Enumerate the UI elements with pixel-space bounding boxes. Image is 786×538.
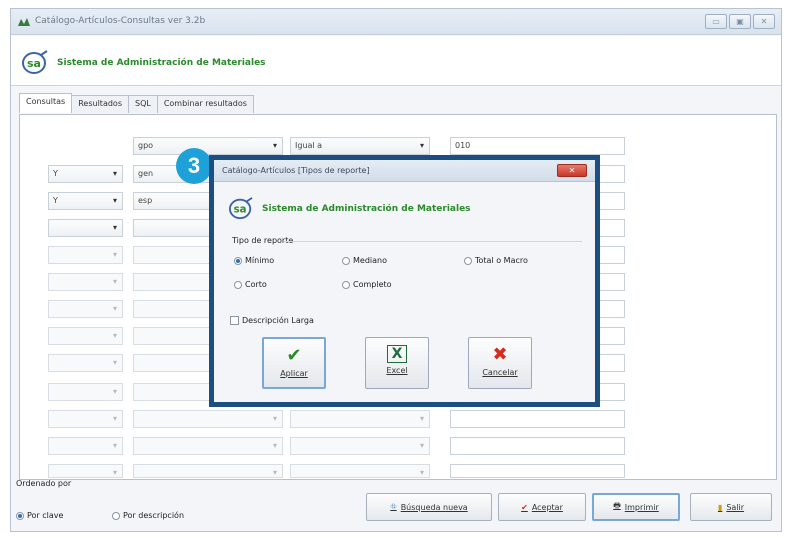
connector-select-disabled (48, 246, 123, 264)
check-icon: ✔ (286, 345, 302, 366)
connector-select-disabled (48, 383, 123, 401)
dialog-title: Catálogo-Artículos [Tipos de reporte] (222, 166, 370, 175)
header-title: Sistema de Administración de Materiales (57, 58, 266, 68)
tab-combinar-resultados[interactable]: Combinar resultados (156, 95, 254, 113)
operator-select[interactable]: Igual a (290, 137, 430, 155)
exit-door-icon: ▮ (717, 502, 723, 512)
value-input[interactable] (450, 437, 625, 455)
report-mediano-radio[interactable]: Mediano (342, 256, 387, 265)
connector-select-disabled (48, 327, 123, 345)
value-input[interactable]: 010 (450, 137, 625, 155)
radio-empty-icon (234, 280, 242, 289)
report-minimo-radio[interactable]: Mínimo (234, 256, 274, 265)
x-mark-icon: ✖ (492, 344, 508, 365)
excel-button[interactable]: X Excel (365, 337, 429, 389)
sam-logo-icon: sa (229, 197, 253, 220)
minimize-button[interactable]: ▭ (705, 14, 727, 29)
cancel-button[interactable]: ✖ Cancelar (468, 337, 532, 389)
dialog-title-bar: Catálogo-Artículos [Tipos de reporte] ✕ (214, 160, 595, 182)
value-input[interactable] (450, 410, 625, 428)
connector-select[interactable] (48, 219, 123, 237)
order-by-key-radio[interactable]: Por clave (16, 511, 63, 520)
field-select[interactable]: gpo (133, 137, 283, 155)
tab-bar: Consultas Resultados SQL Combinar result… (19, 93, 254, 113)
report-total-radio[interactable]: Total o Macro (464, 256, 528, 265)
close-button[interactable]: ✕ (753, 14, 775, 29)
report-corto-radio[interactable]: Corto (234, 280, 267, 289)
sam-logo-icon: sa (22, 50, 48, 74)
printer-icon: 🖶 (613, 501, 621, 510)
svg-text:sa: sa (27, 57, 41, 70)
footer-bar: Ordenado por Por clave Por descripción ⛗… (10, 479, 782, 532)
operator-select-disabled (290, 410, 430, 428)
dialog-heading: Sistema de Administración de Materiales (262, 204, 471, 214)
order-by-label: Ordenado por (16, 479, 72, 488)
value-input[interactable] (450, 464, 625, 478)
tab-resultados[interactable]: Resultados (71, 95, 129, 113)
check-icon: ✔ (521, 502, 528, 512)
app-icon (18, 18, 30, 26)
checkbox-empty-icon (230, 316, 239, 325)
title-bar: Catálogo-Artículos-Consultas ver 3.2b ▭ … (11, 9, 781, 35)
radio-empty-icon (464, 256, 472, 265)
radio-empty-icon (342, 256, 350, 265)
app-header: sa Sistema de Administración de Material… (11, 36, 781, 86)
connector-select[interactable]: Y (48, 165, 123, 183)
connector-select-disabled (48, 464, 123, 481)
accept-button[interactable]: ✔ Aceptar (498, 493, 586, 521)
connector-select-disabled (48, 354, 123, 372)
field-select-disabled (133, 437, 283, 455)
connector-select-disabled (48, 273, 123, 291)
radio-selected-icon (16, 511, 24, 520)
step-number-badge: 3 (176, 148, 212, 184)
tab-sql[interactable]: SQL (127, 95, 158, 113)
field-select-disabled (133, 410, 283, 428)
connector-select[interactable]: Y (48, 192, 123, 210)
window-title: Catálogo-Artículos-Consultas ver 3.2b (35, 16, 206, 26)
new-search-button[interactable]: ⛗ Búsqueda nueva (366, 493, 492, 521)
radio-selected-icon (234, 256, 242, 265)
report-completo-radio[interactable]: Completo (342, 280, 392, 289)
operator-select-disabled (290, 464, 430, 481)
maximize-button[interactable]: ▣ (729, 14, 751, 29)
connector-select-disabled (48, 300, 123, 318)
field-select-disabled (133, 464, 283, 481)
tab-consultas[interactable]: Consultas (19, 93, 73, 113)
operator-select-disabled (290, 437, 430, 455)
dialog-close-button[interactable]: ✕ (557, 164, 587, 177)
exit-button[interactable]: ▮ Salir (690, 493, 772, 521)
order-by-description-radio[interactable]: Por descripción (112, 511, 184, 520)
report-type-dialog: Catálogo-Artículos [Tipos de reporte] ✕ … (209, 155, 600, 407)
connector-select-disabled (48, 410, 123, 428)
excel-icon: X (387, 345, 407, 363)
svg-text:sa: sa (234, 205, 247, 216)
apply-button[interactable]: ✔ Aplicar (262, 337, 326, 389)
long-description-checkbox[interactable]: Descripción Larga (230, 316, 314, 325)
radio-empty-icon (112, 511, 120, 520)
new-search-icon: ⛗ (390, 502, 397, 511)
print-button[interactable]: 🖶 Imprimir (592, 493, 680, 521)
radio-empty-icon (342, 280, 350, 289)
connector-select-disabled (48, 437, 123, 455)
group-divider (284, 241, 582, 242)
